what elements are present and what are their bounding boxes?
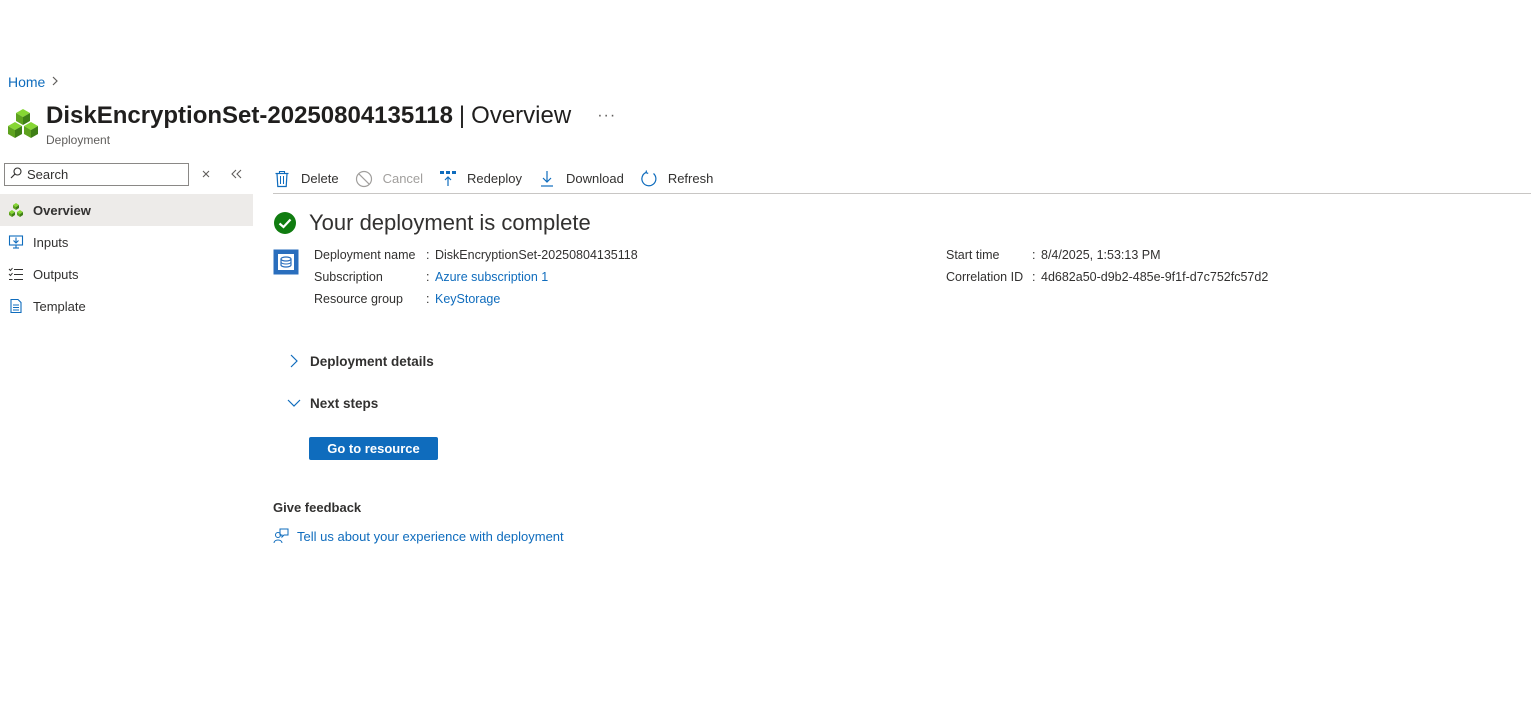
cancel-icon bbox=[355, 170, 373, 188]
delete-button[interactable]: Delete bbox=[273, 170, 339, 188]
breadcrumb-home-link[interactable]: Home bbox=[8, 74, 45, 90]
search-box bbox=[4, 163, 189, 186]
cubes-icon bbox=[8, 202, 24, 218]
cancel-button[interactable]: Cancel bbox=[355, 170, 423, 188]
status-title: Your deployment is complete bbox=[309, 210, 591, 235]
breadcrumb: Home bbox=[8, 74, 59, 90]
next-steps-label: Next steps bbox=[310, 395, 379, 411]
deployment-cubes-icon bbox=[8, 108, 38, 142]
sidebar-item-label: Inputs bbox=[33, 234, 69, 250]
colon: : bbox=[426, 292, 430, 306]
cancel-label: Cancel bbox=[382, 171, 424, 186]
deployment-name-value: DiskEncryptionSet-20250804135118 bbox=[435, 248, 638, 262]
refresh-icon bbox=[640, 169, 658, 188]
start-time-value: 8/4/2025, 1:53:13 PM bbox=[1041, 248, 1161, 262]
correlation-id-value: 4d682a50-d9b2-485e-9f1f-d7c752fc57d2 bbox=[1041, 270, 1269, 284]
colon: : bbox=[1032, 248, 1036, 262]
page-subtitle: Deployment bbox=[46, 133, 111, 147]
redeploy-label: Redeploy bbox=[467, 171, 522, 186]
colon: : bbox=[1032, 270, 1036, 284]
sidebar-item-label: Template bbox=[33, 298, 86, 314]
clear-filter-icon[interactable] bbox=[201, 167, 211, 182]
search-icon bbox=[10, 166, 22, 184]
deployment-details-toggle[interactable]: Deployment details bbox=[273, 350, 1473, 372]
redeploy-button[interactable]: Redeploy bbox=[439, 170, 522, 188]
resource-group-label: Resource group bbox=[314, 292, 403, 306]
page-title: DiskEncryptionSet-20250804135118 bbox=[46, 102, 453, 129]
start-time-label: Start time bbox=[946, 248, 1000, 262]
list-output-icon bbox=[8, 266, 24, 282]
chevron-right-icon bbox=[51, 75, 59, 89]
download-icon bbox=[538, 170, 556, 188]
download-button[interactable]: Download bbox=[538, 170, 624, 188]
feedback-title: Give feedback bbox=[273, 500, 362, 515]
feedback-person-icon bbox=[273, 528, 289, 544]
success-check-icon bbox=[273, 211, 297, 235]
trash-icon bbox=[273, 170, 291, 188]
deployment-details-label: Deployment details bbox=[310, 353, 434, 369]
more-options-button[interactable]: ··· bbox=[597, 108, 616, 124]
colon: : bbox=[426, 248, 430, 262]
colon: : bbox=[426, 270, 430, 284]
page-header: DiskEncryptionSet-20250804135118 | Overv… bbox=[8, 100, 616, 147]
deployment-info: Deployment name : DiskEncryptionSet-2025… bbox=[273, 244, 1473, 324]
command-bar: Delete Cancel Redeploy Download Refresh bbox=[273, 164, 1531, 194]
sidebar-item-outputs[interactable]: Outputs bbox=[0, 258, 253, 290]
refresh-label: Refresh bbox=[667, 171, 714, 186]
feedback-link[interactable]: Tell us about your experience with deplo… bbox=[273, 528, 1473, 544]
sidebar-item-label: Outputs bbox=[33, 266, 79, 282]
sidebar-item-inputs[interactable]: Inputs bbox=[0, 226, 253, 258]
sidebar: Overview Inputs Outputs Template bbox=[0, 163, 253, 322]
collapse-sidebar-icon[interactable] bbox=[231, 167, 242, 182]
download-label: Download bbox=[565, 171, 624, 186]
page-section-title: Overview bbox=[471, 102, 572, 129]
resource-group-link[interactable]: KeyStorage bbox=[435, 288, 500, 310]
sidebar-item-overview[interactable]: Overview bbox=[0, 194, 253, 226]
main-content: Your deployment is complete Deployment n… bbox=[273, 210, 1473, 544]
sidebar-item-label: Overview bbox=[33, 202, 91, 218]
go-to-resource-button[interactable]: Go to resource bbox=[309, 437, 438, 460]
redeploy-icon bbox=[439, 170, 457, 188]
search-input[interactable] bbox=[27, 167, 177, 182]
monitor-input-icon bbox=[8, 234, 24, 250]
title-separator: | bbox=[458, 102, 466, 129]
refresh-button[interactable]: Refresh bbox=[640, 169, 714, 188]
correlation-id-label: Correlation ID bbox=[946, 270, 1024, 284]
subscription-label: Subscription bbox=[314, 270, 383, 284]
subscription-link[interactable]: Azure subscription 1 bbox=[435, 266, 548, 288]
chevron-down-icon bbox=[287, 396, 301, 410]
sidebar-item-template[interactable]: Template bbox=[0, 290, 253, 322]
feedback-link-label: Tell us about your experience with deplo… bbox=[297, 528, 564, 544]
document-icon bbox=[8, 298, 24, 314]
deployment-icon bbox=[273, 249, 299, 275]
status-row: Your deployment is complete bbox=[273, 210, 1473, 236]
delete-label: Delete bbox=[301, 171, 339, 186]
chevron-right-icon bbox=[287, 354, 301, 368]
sidebar-nav: Overview Inputs Outputs Template bbox=[0, 194, 253, 322]
deployment-name-label: Deployment name bbox=[314, 248, 416, 262]
next-steps-toggle[interactable]: Next steps bbox=[273, 392, 1473, 414]
